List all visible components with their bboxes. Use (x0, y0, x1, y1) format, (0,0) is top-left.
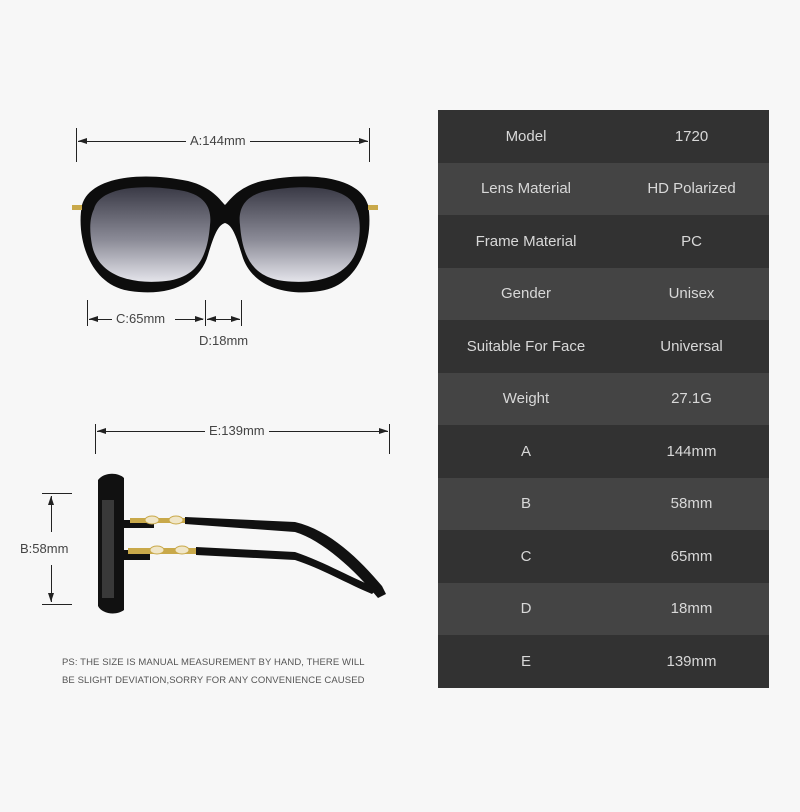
arrow-left-icon (89, 316, 98, 322)
spec-key: E (520, 652, 531, 670)
spec-value: HD Polarized (647, 180, 736, 198)
spec-row-face: Suitable For Face Universal (438, 320, 769, 373)
spec-key: Model (505, 127, 547, 145)
measurement-note-line1: PS: THE SIZE IS MANUAL MEASUREMENT BY HA… (62, 657, 365, 668)
spec-value: 144mm (666, 442, 717, 460)
dimension-e-label: E:139mm (205, 423, 269, 438)
dimension-tick (76, 128, 77, 162)
spec-key: A (520, 442, 531, 460)
sunglasses-side-image (98, 473, 386, 614)
spec-row-e: E 139mm (438, 635, 769, 688)
spec-row-d: D 18mm (438, 582, 769, 635)
dimension-a-label: A:144mm (186, 133, 250, 148)
spec-value: PC (681, 232, 702, 250)
dimension-tick (241, 300, 242, 326)
arrow-left-icon (97, 428, 106, 434)
spec-key: Frame Material (475, 232, 577, 250)
arrow-left-icon (207, 316, 216, 322)
dimension-tick (389, 424, 390, 454)
spec-key: Weight (502, 390, 550, 408)
spec-key: D (520, 600, 532, 618)
spec-value: 1720 (674, 127, 709, 145)
arrow-right-icon (231, 316, 240, 322)
arrow-right-icon (195, 316, 204, 322)
spec-value: 18mm (670, 600, 713, 618)
spec-row-a: A 144mm (438, 425, 769, 478)
dimension-b-label: B:58mm (20, 541, 69, 556)
dimension-d-label: D:18mm (195, 333, 253, 348)
dimension-tick (205, 300, 206, 326)
dimension-c-label: C:65mm (112, 311, 170, 326)
arrow-up-icon (48, 496, 54, 505)
arrow-left-icon (78, 138, 87, 144)
spec-key: Gender (500, 285, 552, 303)
spec-value: 58mm (670, 495, 713, 513)
spec-value: Unisex (668, 285, 715, 303)
arrow-down-icon (48, 593, 54, 602)
spec-value: 139mm (666, 652, 717, 670)
arrow-right-icon (359, 138, 368, 144)
spec-key: B (520, 495, 531, 513)
spec-row-gender: Gender Unisex (438, 267, 769, 320)
dimension-tick (369, 128, 370, 162)
spec-value: 65mm (670, 547, 713, 565)
spec-row-c: C 65mm (438, 530, 769, 583)
arrow-right-icon (379, 428, 388, 434)
spec-table: Model 1720 Lens Material HD Polarized Fr… (438, 110, 769, 688)
measurement-note-line2: BE SLIGHT DEVIATION,SORRY FOR ANY CONVEN… (62, 675, 365, 686)
spec-key: C (520, 547, 532, 565)
spec-value: Universal (660, 337, 723, 355)
spec-row-b: B 58mm (438, 477, 769, 530)
dimension-tick (42, 604, 72, 605)
spec-key: Suitable For Face (466, 337, 586, 355)
spec-row-frame-material: Frame Material PC (438, 215, 769, 268)
spec-row-lens-material: Lens Material HD Polarized (438, 162, 769, 215)
dimension-tick (42, 493, 72, 494)
sunglasses-front-image (72, 176, 378, 293)
dimension-tick (95, 424, 96, 454)
spec-row-model: Model 1720 (438, 110, 769, 163)
spec-value: 27.1G (671, 390, 712, 408)
spec-key: Lens Material (480, 180, 572, 198)
spec-row-weight: Weight 27.1G (438, 372, 769, 425)
dimension-tick (87, 300, 88, 326)
